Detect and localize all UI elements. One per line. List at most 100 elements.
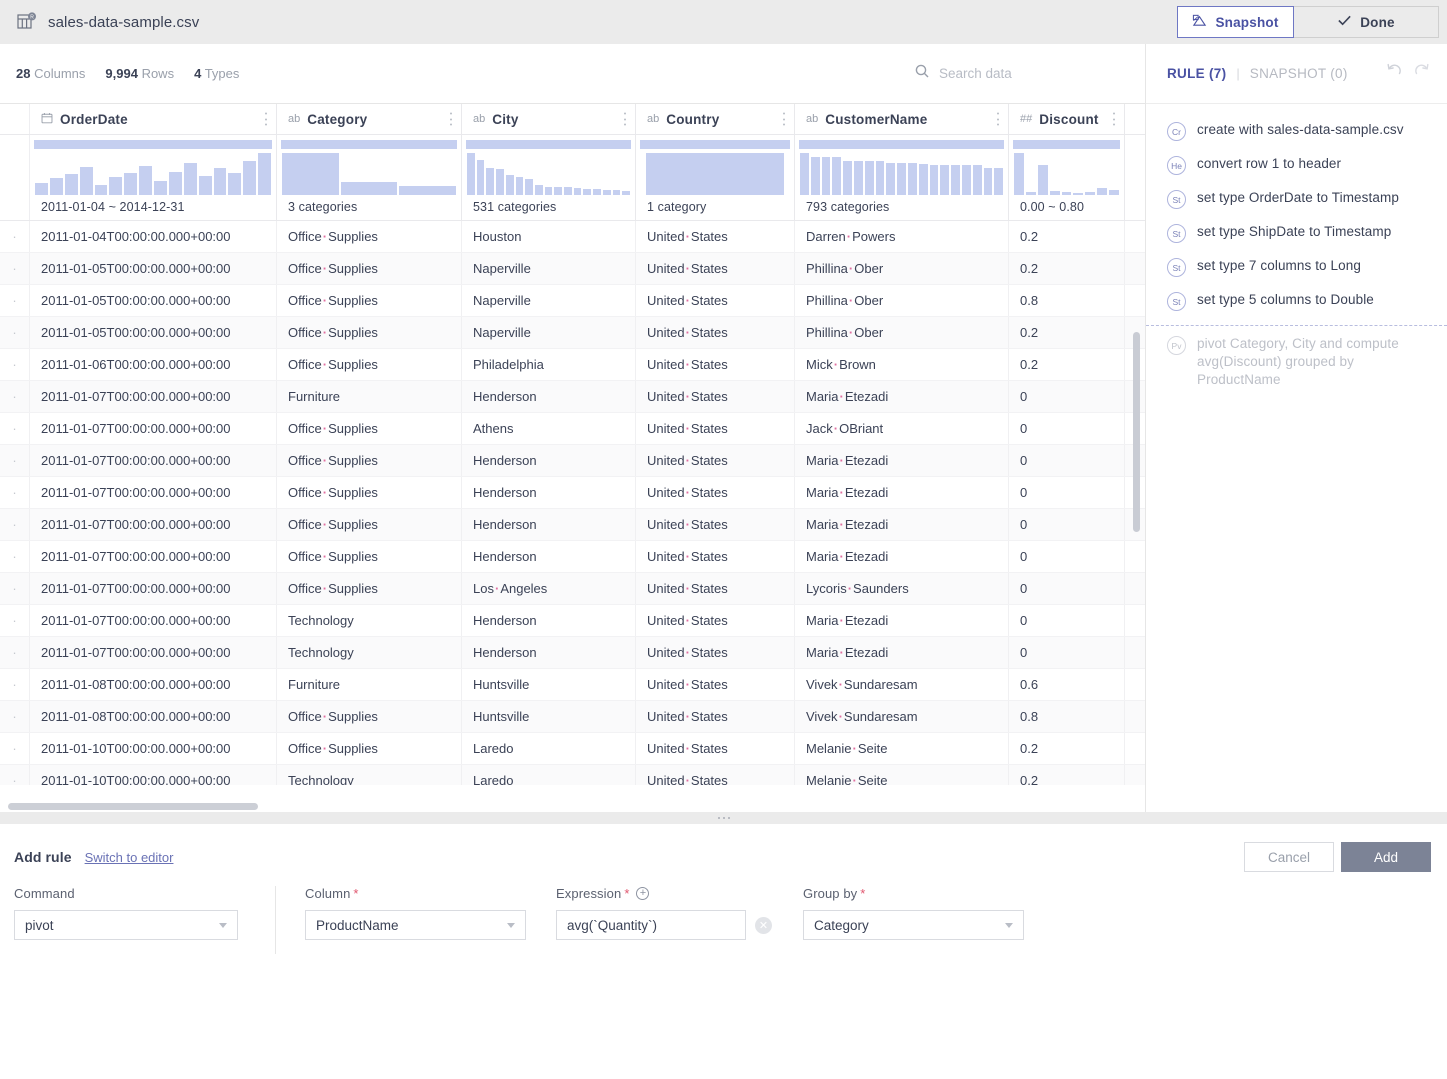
cell-orderdate[interactable]: 2011-01-07T00:00:00.000+00:00	[30, 509, 277, 540]
table-row[interactable]: · 2011-01-04T00:00:00.000+00:00 Office · Sup…	[0, 221, 1145, 253]
rule-item[interactable]: St set type 7 columns to Long	[1146, 250, 1447, 284]
column-header-orderdate[interactable]: OrderDate	[30, 104, 277, 134]
cell-city[interactable]: Philadelphia	[462, 349, 636, 380]
table-row[interactable]: · 2011-01-08T00:00:00.000+00:00 Office · Sup…	[0, 701, 1145, 733]
table-row[interactable]: · 2011-01-10T00:00:00.000+00:00 Technology…	[0, 765, 1145, 785]
column-header-category[interactable]: ab Category	[277, 104, 462, 134]
rule-item[interactable]: Cr create with sales-data-sample.csv	[1146, 114, 1447, 148]
table-row[interactable]: · 2011-01-07T00:00:00.000+00:00 Office · Sup…	[0, 509, 1145, 541]
cell-city[interactable]: Henderson	[462, 605, 636, 636]
cell-category[interactable]: Furniture	[277, 381, 462, 412]
cell-discount[interactable]: 0	[1009, 381, 1125, 412]
add-expression-icon[interactable]: +	[636, 887, 650, 900]
cell-orderdate[interactable]: 2011-01-07T00:00:00.000+00:00	[30, 605, 277, 636]
table-row[interactable]: · 2011-01-07T00:00:00.000+00:00 Office · Sup…	[0, 413, 1145, 445]
cell-country[interactable]: United · States	[636, 285, 795, 316]
cell-customername[interactable]: Phillina · Ober	[795, 317, 1009, 348]
cell-city[interactable]: Athens	[462, 413, 636, 444]
cell-category[interactable]: Office · Supplies	[277, 733, 462, 764]
cell-country[interactable]: United · States	[636, 701, 795, 732]
cell-city[interactable]: Henderson	[462, 381, 636, 412]
table-row[interactable]: · 2011-01-07T00:00:00.000+00:00 Technology…	[0, 637, 1145, 669]
cell-discount[interactable]: 0	[1009, 509, 1125, 540]
column-header-discount[interactable]: ## Discount	[1009, 104, 1125, 134]
cell-discount[interactable]: 0	[1009, 445, 1125, 476]
cell-customername[interactable]: Phillina · Ober	[795, 285, 1009, 316]
cell-category[interactable]: Office · Supplies	[277, 445, 462, 476]
cell-city[interactable]: Huntsville	[462, 669, 636, 700]
cell-orderdate[interactable]: 2011-01-07T00:00:00.000+00:00	[30, 541, 277, 572]
cell-category[interactable]: Technology	[277, 765, 462, 785]
expression-input[interactable]: avg(`Quantity`)	[556, 910, 746, 940]
cell-orderdate[interactable]: 2011-01-07T00:00:00.000+00:00	[30, 445, 277, 476]
table-row[interactable]: · 2011-01-07T00:00:00.000+00:00 Technology…	[0, 605, 1145, 637]
column-menu-icon[interactable]	[624, 112, 627, 126]
group-by-select[interactable]: Category	[803, 910, 1024, 940]
cell-customername[interactable]: Melanie · Seite	[795, 765, 1009, 785]
table-row[interactable]: · 2011-01-05T00:00:00.000+00:00 Office · Sup…	[0, 253, 1145, 285]
cell-country[interactable]: United · States	[636, 765, 795, 785]
cell-city[interactable]: Huntsville	[462, 701, 636, 732]
cell-country[interactable]: United · States	[636, 317, 795, 348]
cell-orderdate[interactable]: 2011-01-10T00:00:00.000+00:00	[30, 765, 277, 785]
cell-orderdate[interactable]: 2011-01-05T00:00:00.000+00:00	[30, 285, 277, 316]
rule-item[interactable]: St set type ShipDate to Timestamp	[1146, 216, 1447, 250]
cell-city[interactable]: Laredo	[462, 733, 636, 764]
clear-expression-icon[interactable]: ✕	[755, 916, 772, 934]
cell-discount[interactable]: 0.8	[1009, 285, 1125, 316]
table-row[interactable]: · 2011-01-07T00:00:00.000+00:00 Office · Sup…	[0, 541, 1145, 573]
cell-country[interactable]: United · States	[636, 477, 795, 508]
rule-item[interactable]: Pv pivot Category, City and compute avg(D…	[1146, 328, 1447, 396]
cell-country[interactable]: United · States	[636, 637, 795, 668]
table-row[interactable]: · 2011-01-07T00:00:00.000+00:00 Office · Sup…	[0, 445, 1145, 477]
cell-orderdate[interactable]: 2011-01-07T00:00:00.000+00:00	[30, 573, 277, 604]
cell-country[interactable]: United · States	[636, 669, 795, 700]
cell-customername[interactable]: Phillina · Ober	[795, 253, 1009, 284]
table-row[interactable]: · 2011-01-08T00:00:00.000+00:00 Furniture H…	[0, 669, 1145, 701]
cell-city[interactable]: Henderson	[462, 445, 636, 476]
cell-category[interactable]: Technology	[277, 637, 462, 668]
table-row[interactable]: · 2011-01-07T00:00:00.000+00:00 Office · Sup…	[0, 477, 1145, 509]
cell-country[interactable]: United · States	[636, 381, 795, 412]
cell-customername[interactable]: Jack · OBriant	[795, 413, 1009, 444]
cell-orderdate[interactable]: 2011-01-10T00:00:00.000+00:00	[30, 733, 277, 764]
snapshot-button[interactable]: Snapshot	[1177, 6, 1294, 38]
cell-orderdate[interactable]: 2011-01-05T00:00:00.000+00:00	[30, 253, 277, 284]
command-select[interactable]: pivot	[14, 910, 238, 940]
search-input[interactable]	[939, 66, 1109, 81]
cell-category[interactable]: Office · Supplies	[277, 509, 462, 540]
cell-discount[interactable]: 0	[1009, 573, 1125, 604]
cell-category[interactable]: Office · Supplies	[277, 285, 462, 316]
cell-discount[interactable]: 0	[1009, 605, 1125, 636]
cell-orderdate[interactable]: 2011-01-08T00:00:00.000+00:00	[30, 701, 277, 732]
cell-customername[interactable]: Maria · Etezadi	[795, 541, 1009, 572]
cell-discount[interactable]: 0.2	[1009, 253, 1125, 284]
cell-customername[interactable]: Melanie · Seite	[795, 733, 1009, 764]
cell-city[interactable]: Houston	[462, 221, 636, 252]
cell-customername[interactable]: Lycoris · Saunders	[795, 573, 1009, 604]
cell-country[interactable]: United · States	[636, 253, 795, 284]
panel-resize-handle[interactable]	[0, 812, 1447, 824]
column-header-country[interactable]: ab Country	[636, 104, 795, 134]
cell-customername[interactable]: Vivek · Sundaresam	[795, 701, 1009, 732]
cell-orderdate[interactable]: 2011-01-07T00:00:00.000+00:00	[30, 413, 277, 444]
cell-country[interactable]: United · States	[636, 733, 795, 764]
cell-category[interactable]: Office · Supplies	[277, 349, 462, 380]
column-menu-icon[interactable]	[450, 112, 453, 126]
cell-city[interactable]: Henderson	[462, 477, 636, 508]
add-button[interactable]: Add	[1341, 842, 1431, 872]
cell-city[interactable]: Laredo	[462, 765, 636, 785]
cell-discount[interactable]: 0.2	[1009, 765, 1125, 785]
column-menu-icon[interactable]	[1113, 112, 1116, 126]
cell-discount[interactable]: 0	[1009, 541, 1125, 572]
cell-discount[interactable]: 0.6	[1009, 669, 1125, 700]
cell-discount[interactable]: 0	[1009, 413, 1125, 444]
cell-customername[interactable]: Maria · Etezadi	[795, 381, 1009, 412]
table-row[interactable]: · 2011-01-07T00:00:00.000+00:00 Furniture H…	[0, 381, 1145, 413]
cell-discount[interactable]: 0.2	[1009, 733, 1125, 764]
cell-category[interactable]: Office · Supplies	[277, 221, 462, 252]
tab-snapshot[interactable]: SNAPSHOT (0)	[1250, 66, 1348, 81]
cell-discount[interactable]: 0.8	[1009, 701, 1125, 732]
cell-city[interactable]: Naperville	[462, 317, 636, 348]
cell-country[interactable]: United · States	[636, 221, 795, 252]
